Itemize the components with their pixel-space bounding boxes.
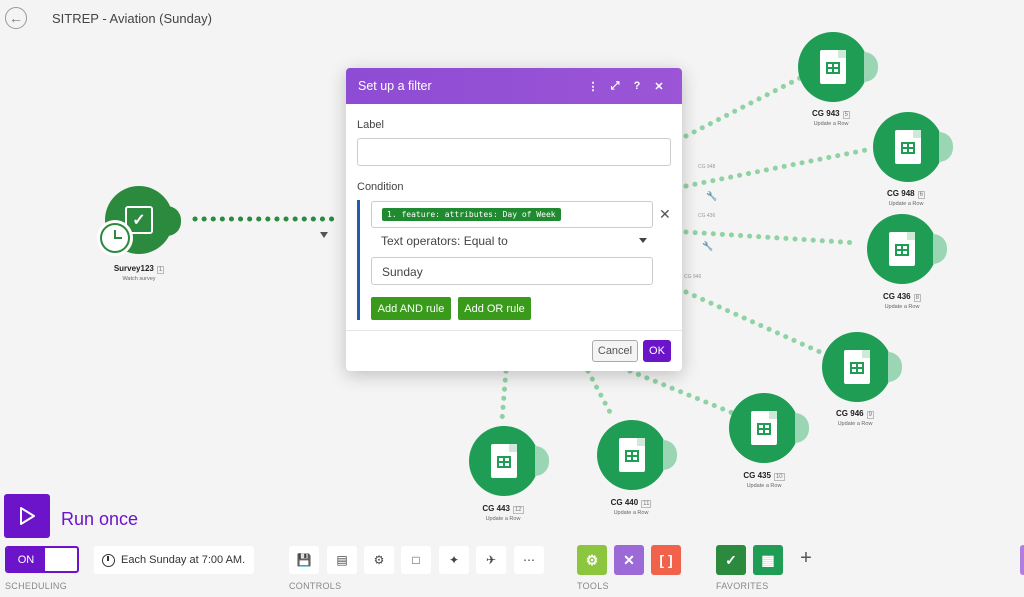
operator-value: Text operators: Equal to — [381, 234, 508, 248]
module-label: Survey123 1 — [113, 264, 165, 274]
add-and-rule-button[interactable]: Add AND rule — [371, 297, 451, 320]
google-sheets-icon — [619, 438, 645, 472]
airplane-icon[interactable]: ✈ — [476, 546, 506, 574]
label-input[interactable] — [357, 138, 671, 166]
condition-value-input[interactable]: Sunday — [371, 257, 653, 285]
clock-icon — [102, 553, 115, 567]
add-favorite-icon[interactable]: + — [796, 547, 816, 573]
sheets-module[interactable] — [867, 214, 947, 284]
module-action: Update a Row — [485, 516, 521, 522]
favorite-sheets-icon[interactable]: ▦ — [753, 545, 783, 575]
wrench-icon[interactable]: 🔧 — [706, 191, 717, 202]
route-label: CG 946 — [684, 274, 702, 280]
module-label: CG 946 9 — [836, 409, 874, 419]
condition-field-input[interactable]: 1. feature: attributes: Day of Week — [371, 201, 653, 228]
tools-gear-icon[interactable]: ⚙ — [577, 545, 607, 575]
module-action: Watch survey — [122, 276, 156, 282]
operator-select[interactable]: Text operators: Equal to — [381, 234, 647, 252]
section-favorites: FAVORITES — [716, 581, 769, 591]
module-label: CG 440 11 — [610, 498, 652, 508]
more-icon[interactable]: ⋯ — [514, 546, 544, 574]
module-label: CG 943 5 — [812, 109, 850, 119]
dialog-header: Set up a filter ⋮ ⤢ ? ✕ — [346, 68, 682, 104]
play-icon — [20, 507, 35, 525]
more-options-icon[interactable]: ⋮ — [582, 80, 604, 93]
toggle-on-label: ON — [7, 548, 45, 571]
flow-control-icon[interactable]: ✕ — [614, 545, 644, 575]
module-label: CG 443 12 — [482, 504, 524, 514]
remove-condition-icon[interactable]: ✕ — [659, 206, 671, 223]
notes-icon[interactable]: □ — [401, 546, 431, 574]
section-tools: TOOLS — [577, 581, 609, 591]
dialog-divider — [346, 330, 682, 331]
module-action: Update a Row — [884, 304, 920, 310]
google-sheets-icon — [895, 130, 921, 164]
module-action: Update a Row — [813, 121, 849, 127]
sheets-module[interactable] — [873, 112, 953, 182]
add-or-rule-button[interactable]: Add OR rule — [458, 297, 531, 320]
back-icon[interactable]: ← — [5, 7, 27, 29]
module-action: Update a Row — [837, 421, 873, 427]
favorite-survey123-icon[interactable]: ✓ — [716, 545, 746, 575]
wrench-icon[interactable]: 🔧 — [702, 241, 713, 252]
chevron-down-icon — [639, 238, 647, 243]
sheets-module[interactable] — [469, 426, 549, 496]
google-sheets-icon — [820, 50, 846, 84]
module-action: Update a Row — [613, 510, 649, 516]
ok-button[interactable]: OK — [643, 340, 671, 362]
sheets-module[interactable] — [597, 420, 677, 490]
module-action: Update a Row — [888, 201, 924, 207]
cancel-button[interactable]: Cancel — [592, 340, 638, 362]
section-controls: CONTROLS — [289, 581, 342, 591]
google-sheets-icon — [491, 444, 517, 478]
filter-dialog: Set up a filter ⋮ ⤢ ? ✕ Label Condition … — [346, 68, 682, 371]
top-bar: ← SITREP - Aviation (Sunday) — [0, 0, 1024, 36]
dialog-title: Set up a filter — [358, 79, 432, 93]
side-panel-tab[interactable] — [1020, 545, 1024, 575]
section-scheduling: SCHEDULING — [5, 581, 68, 591]
condition-caption: Condition — [357, 181, 404, 193]
google-sheets-icon — [844, 350, 870, 384]
route-label: CG 948 — [698, 164, 716, 170]
module-label: CG 948 6 — [887, 189, 925, 199]
google-sheets-icon — [751, 411, 777, 445]
expand-icon[interactable]: ⤢ — [604, 80, 626, 93]
schedule-clock-icon[interactable] — [97, 220, 133, 256]
filter-caret-icon[interactable] — [320, 232, 328, 238]
module-label: CG 435 10 — [743, 471, 785, 481]
scheduling-toggle[interactable]: ON — [5, 546, 79, 573]
run-once-button[interactable] — [4, 494, 50, 538]
magic-wand-icon[interactable]: ✦ — [439, 546, 469, 574]
module-action: Update a Row — [746, 483, 782, 489]
module-label: CG 436 8 — [883, 292, 921, 302]
label-caption: Label — [357, 119, 384, 131]
survey123-module[interactable]: ✓ — [97, 186, 181, 256]
schedule-text: Each Sunday at 7:00 AM. — [121, 554, 246, 566]
sheets-module[interactable] — [729, 393, 809, 463]
sheets-module[interactable] — [822, 332, 902, 402]
google-sheets-icon — [889, 232, 915, 266]
close-icon[interactable]: ✕ — [648, 80, 670, 93]
schedule-settings[interactable]: Each Sunday at 7:00 AM. — [94, 546, 254, 574]
scenario-canvas[interactable]: ← SITREP - Aviation (Sunday) ✓ Survey123… — [0, 0, 1024, 597]
run-once-label[interactable]: Run once — [61, 509, 138, 530]
scenario-title: SITREP - Aviation (Sunday) — [52, 11, 212, 26]
sheets-module[interactable] — [798, 32, 878, 102]
condition-field-pill[interactable]: 1. feature: attributes: Day of Week — [382, 208, 561, 221]
auto-align-icon[interactable]: ▤ — [327, 546, 357, 574]
settings-gear-icon[interactable]: ⚙ — [364, 546, 394, 574]
save-icon[interactable]: 💾 — [289, 546, 319, 574]
condition-group-bar — [357, 200, 360, 320]
route-label: CG 436 — [698, 213, 716, 219]
text-parser-icon[interactable]: [ ] — [651, 545, 681, 575]
help-icon[interactable]: ? — [626, 80, 648, 92]
